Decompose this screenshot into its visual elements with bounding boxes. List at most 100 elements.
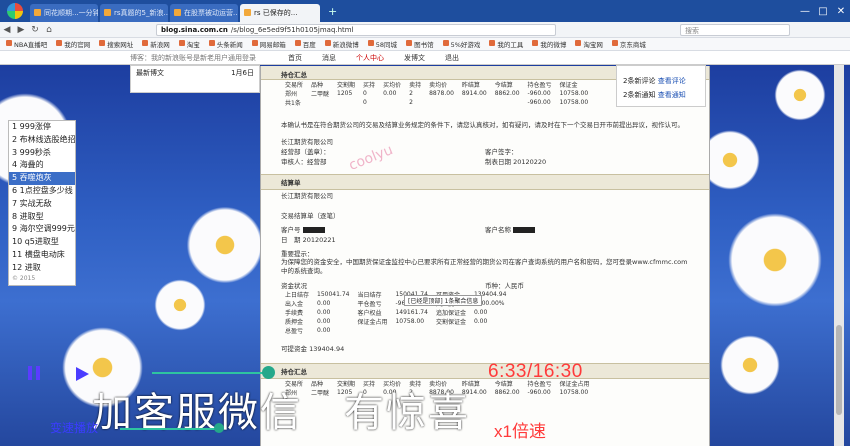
currency-label: 币种：人民币: [485, 282, 524, 290]
tooltip: [已经是顶部] 1条聚合信息: [404, 295, 483, 306]
forward-icon[interactable]: ▶: [14, 25, 28, 35]
bookmark-item[interactable]: 我的官网: [56, 39, 90, 49]
important-label: 重要提示：: [281, 250, 314, 258]
speed-slider-knob[interactable]: [214, 423, 224, 433]
bookmark-item[interactable]: NBA直播吧: [6, 39, 47, 49]
strategy-list-item[interactable]: 2 布林线选股绝招: [9, 134, 75, 147]
strategy-list-item[interactable]: 4 海叠的: [9, 159, 75, 172]
table-cell: 10758.00: [559, 90, 589, 97]
speed-slider[interactable]: [120, 428, 220, 430]
blog-nav-post[interactable]: 发博文: [404, 53, 425, 63]
bookmark-item[interactable]: 新浪网: [142, 39, 170, 49]
blog-nav-logout[interactable]: 退出: [445, 53, 459, 63]
browser-tab[interactable]: 同花顺期...一分钟...: [30, 4, 98, 22]
strategy-list-item[interactable]: 11 横盘电动床: [9, 249, 75, 262]
table-cell: 10758.00: [559, 389, 589, 396]
list-footer: © 2015: [12, 274, 36, 282]
strategy-list-item[interactable]: 7 实战无敌: [9, 198, 75, 211]
table-row: 共1条 0 2 -960.00 10758.00: [281, 98, 592, 107]
page-scrollbar[interactable]: [834, 65, 844, 446]
bookmark-item[interactable]: 淘宝网: [575, 39, 603, 49]
table-cell: 149161.74: [395, 309, 428, 316]
browser-tab-active[interactable]: rs 已保存的...: [240, 4, 320, 22]
pause-icon[interactable]: [36, 366, 40, 380]
url-input[interactable]: blog.sina.com.cn /s/blog_6e5ed9f51h0105j…: [156, 23, 556, 36]
browser-search-input[interactable]: 搜索: [680, 23, 790, 36]
table-header-cell: 卖持: [409, 82, 422, 89]
strategy-list-item[interactable]: 6 1点控盘多少线: [9, 185, 75, 198]
bookmark-item[interactable]: 百度: [294, 39, 316, 49]
table-cell: 1205: [337, 90, 353, 97]
latest-post-popup[interactable]: 最新博文 1月6日: [130, 65, 260, 93]
strategy-list-item[interactable]: 1 999涨停: [9, 121, 75, 134]
table-cell: -960.00: [527, 90, 551, 97]
bookmark-item[interactable]: 头条新闻: [208, 39, 243, 49]
table-cell: 总盈亏: [285, 328, 304, 335]
available-label: 可提资金: [281, 345, 307, 353]
notice-messages: 2条新通知: [623, 91, 656, 99]
table-header-cell: 卖均价: [429, 82, 448, 89]
close-window-button[interactable]: ✕: [832, 6, 850, 17]
bookmarks-bar: NBA直播吧 我的官网 搜索网址 新浪网 淘宝 头条新闻 网易邮箱 百度 新浪微…: [0, 38, 850, 51]
table-cell: 8878.00: [429, 90, 454, 97]
view-notices-link[interactable]: 查看通知: [658, 91, 686, 99]
date-value: 20120220: [513, 158, 547, 166]
refresh-icon[interactable]: ↻: [28, 25, 42, 35]
back-icon[interactable]: ◀: [0, 25, 14, 35]
flower-decoration: [770, 65, 830, 125]
bookmark-item[interactable]: 图书馆: [406, 39, 434, 49]
strategy-list-item[interactable]: 12 进取: [9, 262, 75, 275]
table-header-cell: 保证金: [559, 82, 578, 89]
table-cell: 2: [409, 90, 413, 97]
bookmark-item[interactable]: 我的微博: [532, 39, 566, 49]
bookmark-item[interactable]: 搜索网址: [99, 39, 133, 49]
blog-nav-home[interactable]: 首页: [288, 53, 302, 63]
home-icon[interactable]: ⌂: [42, 25, 56, 35]
bookmark-item[interactable]: 京东商城: [611, 39, 646, 49]
minimize-button[interactable]: —: [796, 6, 814, 17]
strategy-list-item[interactable]: 3 999秒杀: [9, 147, 75, 160]
address-bar: ◀ ▶ ↻ ⌂ blog.sina.com.cn /s/blog_6e5ed9f…: [0, 22, 850, 38]
strategy-list-item[interactable]: 8 进取型: [9, 211, 75, 224]
bookmark-item[interactable]: 新浪微博: [324, 39, 359, 49]
blog-nav-profile[interactable]: 个人中心: [356, 53, 384, 63]
table-cell: 出入金: [285, 301, 304, 308]
browser-logo-icon[interactable]: [0, 0, 30, 22]
strategy-list-item[interactable]: 10 q5进取型: [9, 236, 75, 249]
playback-speed[interactable]: x1倍速: [494, 417, 546, 442]
bookmark-item[interactable]: 淘宝: [178, 39, 200, 49]
maximize-button[interactable]: □: [814, 6, 832, 17]
date-label: 制表日期: [485, 158, 511, 166]
bookmark-item[interactable]: 5%好游戏: [442, 39, 480, 49]
strategy-list-item[interactable]: 5 吞噬炮灰: [9, 172, 75, 185]
table-cell: [391, 326, 431, 335]
browser-tab[interactable]: rs真题的5_新浪...: [100, 4, 168, 22]
browser-tab[interactable]: 在股票被动运营...: [170, 4, 238, 22]
blog-nav-messages[interactable]: 消息: [322, 53, 336, 63]
bookmark-item[interactable]: 58同城: [367, 39, 397, 49]
table-cell: [470, 326, 510, 335]
table-cell: 8862.00: [494, 389, 520, 396]
table-cell: 追加保证金: [435, 310, 466, 317]
table-row: 手续费 0.00 客户权益 149161.74 追加保证金 0.00: [281, 308, 510, 317]
bookmark-item[interactable]: 网易邮箱: [251, 39, 286, 49]
play-icon[interactable]: [76, 367, 89, 381]
popup-title: 最新博文: [136, 69, 164, 77]
video-progress-bar[interactable]: [152, 372, 268, 374]
view-comments-link[interactable]: 查看评论: [658, 77, 686, 85]
flower-decoration: [150, 275, 210, 335]
strategy-list-item[interactable]: 9 海尔空调999元: [9, 223, 75, 236]
table-cell: 8862.00: [494, 90, 520, 97]
video-progress-knob[interactable]: [262, 366, 275, 379]
video-time: 6:33/16:30: [488, 361, 583, 382]
section-heading: 持仓汇总: [261, 363, 709, 379]
bookmark-item[interactable]: 我的工具: [489, 39, 523, 49]
table-cell: 0.00: [383, 90, 397, 97]
section-heading: 结算单: [261, 174, 709, 190]
speed-label[interactable]: 变速播放: [50, 419, 98, 436]
new-tab-button[interactable]: +: [322, 2, 343, 22]
table-cell: [425, 98, 458, 107]
pause-icon[interactable]: [28, 366, 32, 380]
scrollbar-thumb[interactable]: [836, 325, 842, 415]
table-row: 质押金 0.00 保证金占用 10758.00 交割保证金 0.00: [281, 317, 510, 326]
